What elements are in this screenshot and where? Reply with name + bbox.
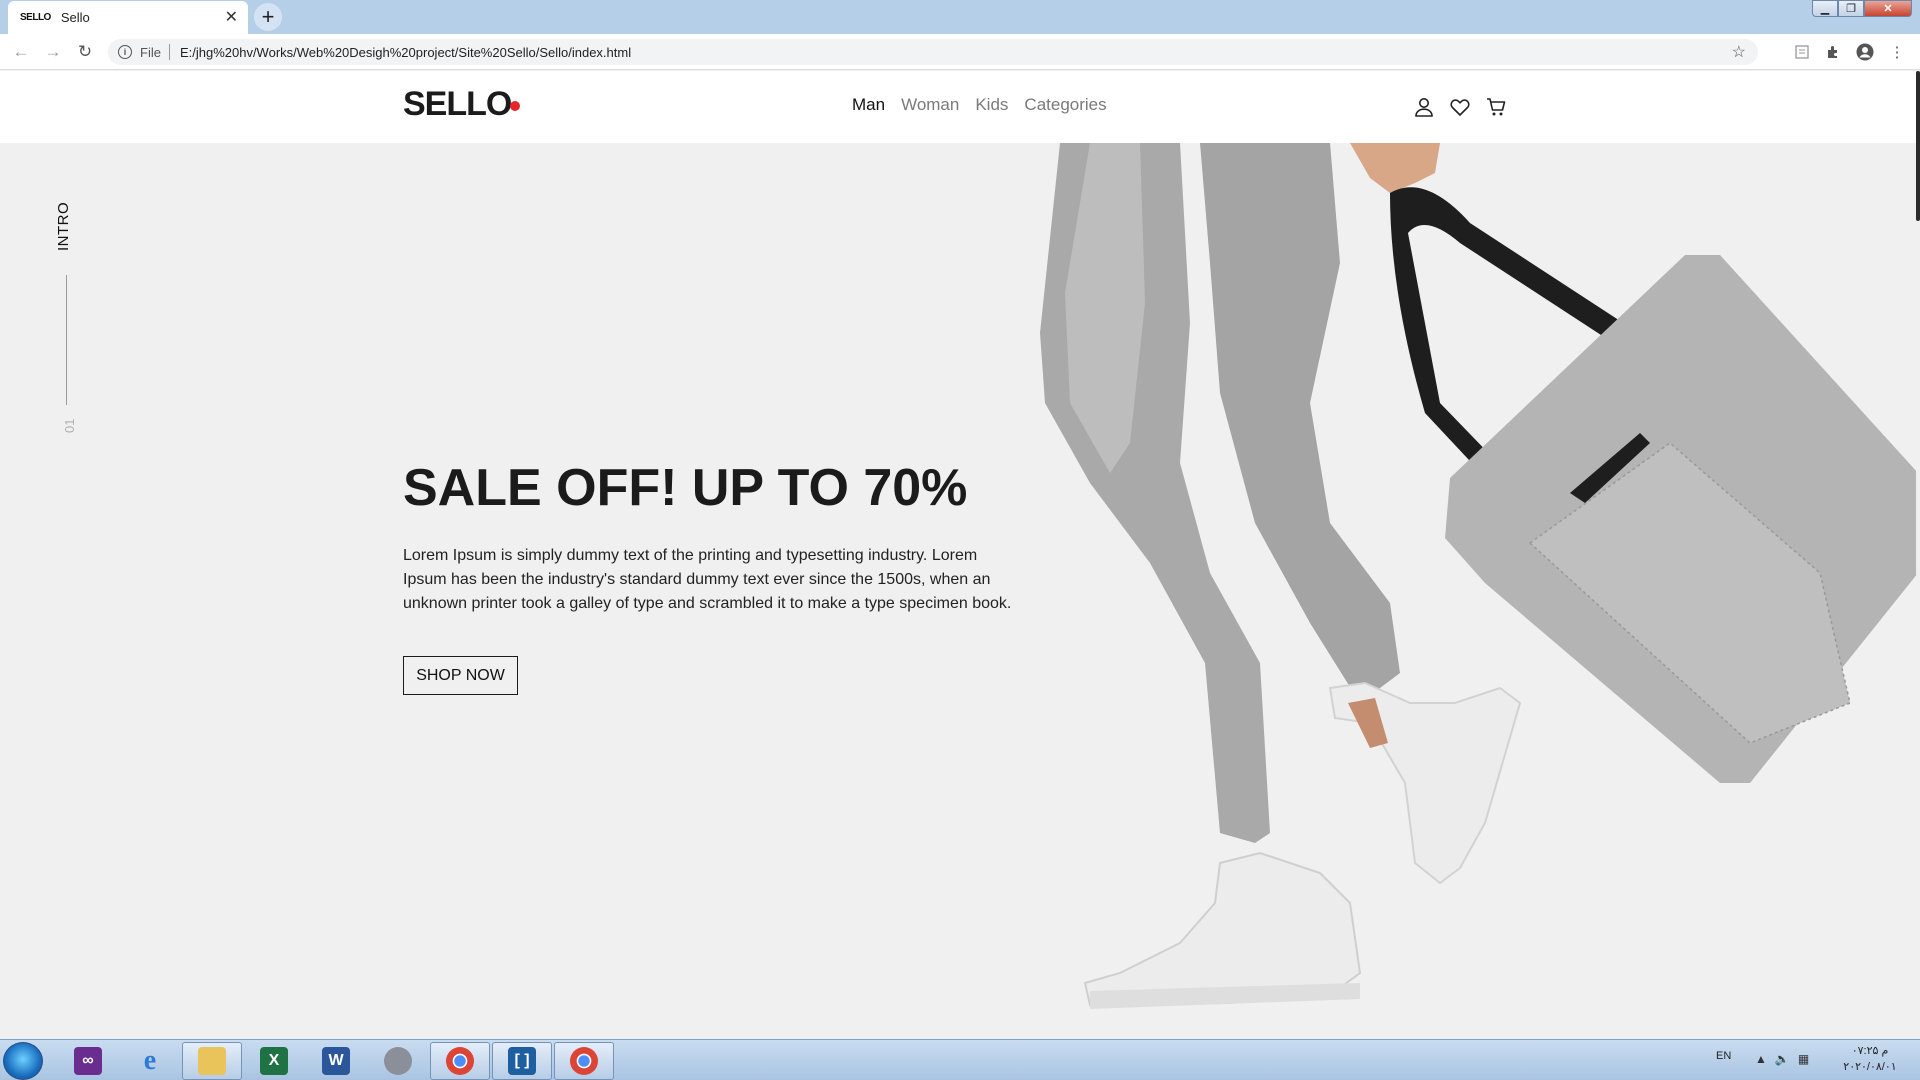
volume-icon[interactable]: 🔈 [1775,1052,1798,1066]
site-header: SELLO Man Woman Kids Categories [0,71,1918,143]
maximize-button[interactable]: ❐ [1838,0,1864,17]
cart-icon[interactable] [1485,96,1507,118]
star-icon[interactable]: ☆ [1732,42,1746,62]
nav-item-man[interactable]: Man [852,95,885,115]
page-scrollbar[interactable] [1916,71,1920,1039]
nav-item-categories[interactable]: Categories [1024,95,1106,115]
start-button[interactable] [3,1042,43,1080]
browser-toolbar: ← → ↻ i File E:/jhg%20hv/Works/Web%20Des… [0,34,1920,70]
back-arrow-icon[interactable]: ← [10,41,32,63]
tray-arrow-icon[interactable]: ▲ [1755,1052,1775,1066]
chrome-icon[interactable] [554,1042,614,1080]
separator [168,44,170,60]
hand [1350,143,1440,193]
extensions-icon[interactable] [1823,42,1843,62]
language-indicator[interactable]: EN [1716,1050,1731,1062]
reload-icon[interactable]: ↻ [74,41,96,63]
info-icon[interactable]: i [118,45,132,59]
browser-tab-strip: SELLO Sello ✕ + ▁ ❐ ✕ [0,0,1920,34]
sello-favicon-icon: SELLO [20,12,51,23]
os-taskbar: ∞ e X W [ ] EN ▲🔈▦ ۰۷:۲۵ م ۲۰۲۰/۰۸/۰۱ [0,1039,1920,1080]
system-clock[interactable]: ۰۷:۲۵ م ۲۰۲۰/۰۸/۰۱ [1830,1043,1910,1075]
forward-arrow-icon[interactable]: → [42,41,64,63]
hero-product-image [1040,143,1918,1009]
url-text[interactable]: E:/jhg%20hv/Works/Web%20Desigh%20project… [180,45,631,60]
chrome-icon[interactable] [430,1042,490,1080]
media-icon[interactable] [368,1042,428,1080]
section-progress-line [66,275,67,405]
file-explorer-icon[interactable] [182,1042,242,1080]
main-nav: Man Woman Kids Categories [852,95,1107,115]
browser-tab[interactable]: SELLO Sello ✕ [8,1,248,34]
page-viewport: SELLO Man Woman Kids Categories INTRO 01… [0,71,1918,1039]
menu-icon[interactable]: ⋮ [1887,42,1907,62]
excel-icon[interactable]: X [244,1042,304,1080]
close-window-button[interactable]: ✕ [1864,0,1912,17]
scheme-label: File [140,44,161,60]
new-tab-button[interactable]: + [254,3,282,31]
user-icon[interactable] [1413,96,1435,118]
hero-description: Lorem Ipsum is simply dummy text of the … [403,547,1012,612]
network-icon[interactable]: ▦ [1798,1052,1817,1066]
reader-icon[interactable] [1792,42,1812,62]
site-logo[interactable]: SELLO [403,85,512,124]
word-icon[interactable]: W [306,1042,366,1080]
clock-time: ۰۷:۲۵ م [1851,1045,1889,1057]
heart-icon[interactable] [1449,96,1471,118]
scrollbar-thumb[interactable] [1916,71,1920,221]
internet-explorer-icon[interactable]: e [120,1042,180,1080]
shop-now-button[interactable]: SHOP NOW [403,656,518,695]
system-tray: ▲🔈▦ [1755,1052,1817,1066]
section-number: 01 [62,418,77,433]
address-bar[interactable]: i File E:/jhg%20hv/Works/Web%20Desigh%20… [108,39,1758,65]
clock-date: ۲۰۲۰/۰۸/۰۱ [1843,1061,1897,1073]
profile-icon[interactable] [1855,42,1875,62]
logo-accent-dot [510,101,520,111]
hero-title: SALE OFF! UP TO 70% [403,459,968,517]
nav-item-woman[interactable]: Woman [901,95,959,115]
tab-close-icon[interactable]: ✕ [225,9,238,26]
sneaker-left [1083,851,1362,1007]
code-editor-icon[interactable]: [ ] [492,1042,552,1080]
nav-item-kids[interactable]: Kids [975,95,1008,115]
tab-title: Sello [60,10,90,25]
minimize-button[interactable]: ▁ [1812,0,1838,17]
visual-studio-icon[interactable]: ∞ [58,1042,118,1080]
section-label: INTRO [55,201,72,251]
